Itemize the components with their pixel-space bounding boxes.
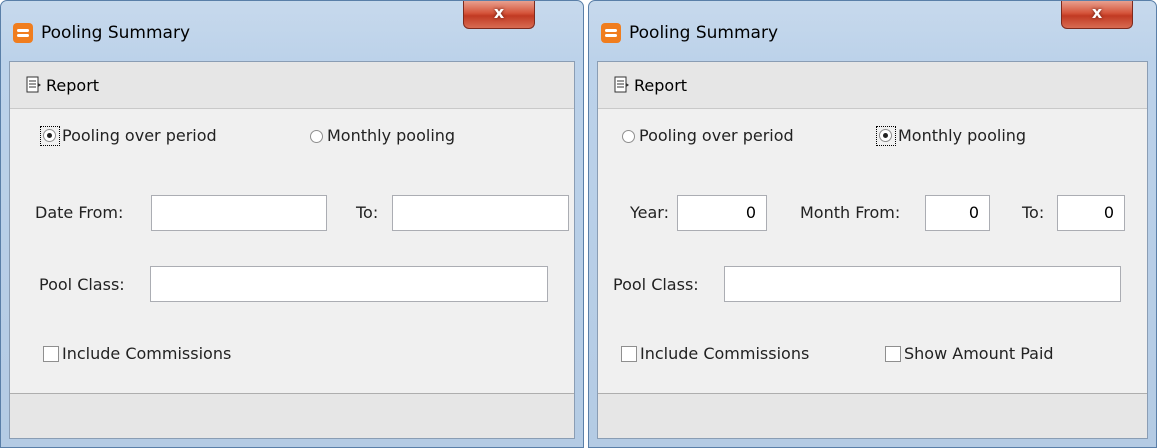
dialog-client-area: Report Pooling over period Monthly pooli… bbox=[9, 61, 575, 439]
report-button[interactable]: Report bbox=[634, 76, 687, 95]
to-input[interactable]: 0 bbox=[1057, 195, 1125, 231]
app-logo-icon bbox=[601, 23, 621, 43]
title-bar[interactable]: Pooling Summary x bbox=[589, 1, 1156, 61]
window-title: Pooling Summary bbox=[629, 23, 779, 43]
dialog-client-area: Report Pooling over period Monthly pooli… bbox=[597, 61, 1148, 439]
pool-class-input[interactable] bbox=[724, 266, 1121, 302]
show-amount-paid-label[interactable]: Show Amount Paid bbox=[904, 344, 1054, 363]
radio-pooling-over-period-label[interactable]: Pooling over period bbox=[639, 126, 794, 145]
year-label: Year: bbox=[630, 203, 669, 222]
include-commissions-label[interactable]: Include Commissions bbox=[640, 344, 809, 363]
radio-pooling-over-period-label[interactable]: Pooling over period bbox=[62, 126, 217, 145]
to-label: To: bbox=[356, 203, 379, 222]
include-commissions-checkbox[interactable] bbox=[621, 346, 637, 362]
report-button[interactable]: Report bbox=[46, 76, 99, 95]
toolbar: Report bbox=[598, 62, 1147, 109]
radio-monthly-pooling-label[interactable]: Monthly pooling bbox=[898, 126, 1026, 145]
pooling-summary-window-right: Pooling Summary x Report Pooling over pe… bbox=[588, 0, 1157, 448]
radio-monthly-pooling[interactable] bbox=[879, 129, 892, 142]
status-bar bbox=[598, 393, 1147, 438]
radio-pooling-over-period[interactable] bbox=[43, 129, 56, 142]
to-label: To: bbox=[1022, 203, 1045, 222]
to-input[interactable] bbox=[392, 195, 569, 231]
radio-monthly-pooling[interactable] bbox=[310, 130, 323, 143]
close-button[interactable]: x bbox=[463, 1, 535, 29]
window-title: Pooling Summary bbox=[41, 23, 191, 43]
pool-class-label: Pool Class: bbox=[39, 275, 125, 294]
date-from-input[interactable] bbox=[151, 195, 327, 231]
year-input[interactable]: 0 bbox=[677, 195, 767, 231]
radio-monthly-pooling-label[interactable]: Monthly pooling bbox=[327, 126, 455, 145]
report-icon[interactable] bbox=[614, 76, 630, 94]
pool-class-input[interactable] bbox=[150, 266, 548, 302]
include-commissions-label[interactable]: Include Commissions bbox=[62, 344, 231, 363]
title-bar[interactable]: Pooling Summary x bbox=[1, 1, 583, 61]
pooling-summary-window-left: Pooling Summary x Report Pooling over pe… bbox=[0, 0, 584, 448]
app-logo-icon bbox=[13, 23, 33, 43]
report-icon[interactable] bbox=[26, 76, 42, 94]
pool-class-label: Pool Class: bbox=[613, 275, 699, 294]
toolbar: Report bbox=[10, 62, 574, 109]
close-button[interactable]: x bbox=[1061, 1, 1133, 29]
date-from-label: Date From: bbox=[35, 203, 124, 222]
status-bar bbox=[10, 393, 574, 438]
month-from-label: Month From: bbox=[800, 203, 901, 222]
show-amount-paid-checkbox[interactable] bbox=[885, 346, 901, 362]
include-commissions-checkbox[interactable] bbox=[43, 346, 59, 362]
month-from-input[interactable]: 0 bbox=[925, 195, 990, 231]
radio-pooling-over-period[interactable] bbox=[622, 130, 635, 143]
